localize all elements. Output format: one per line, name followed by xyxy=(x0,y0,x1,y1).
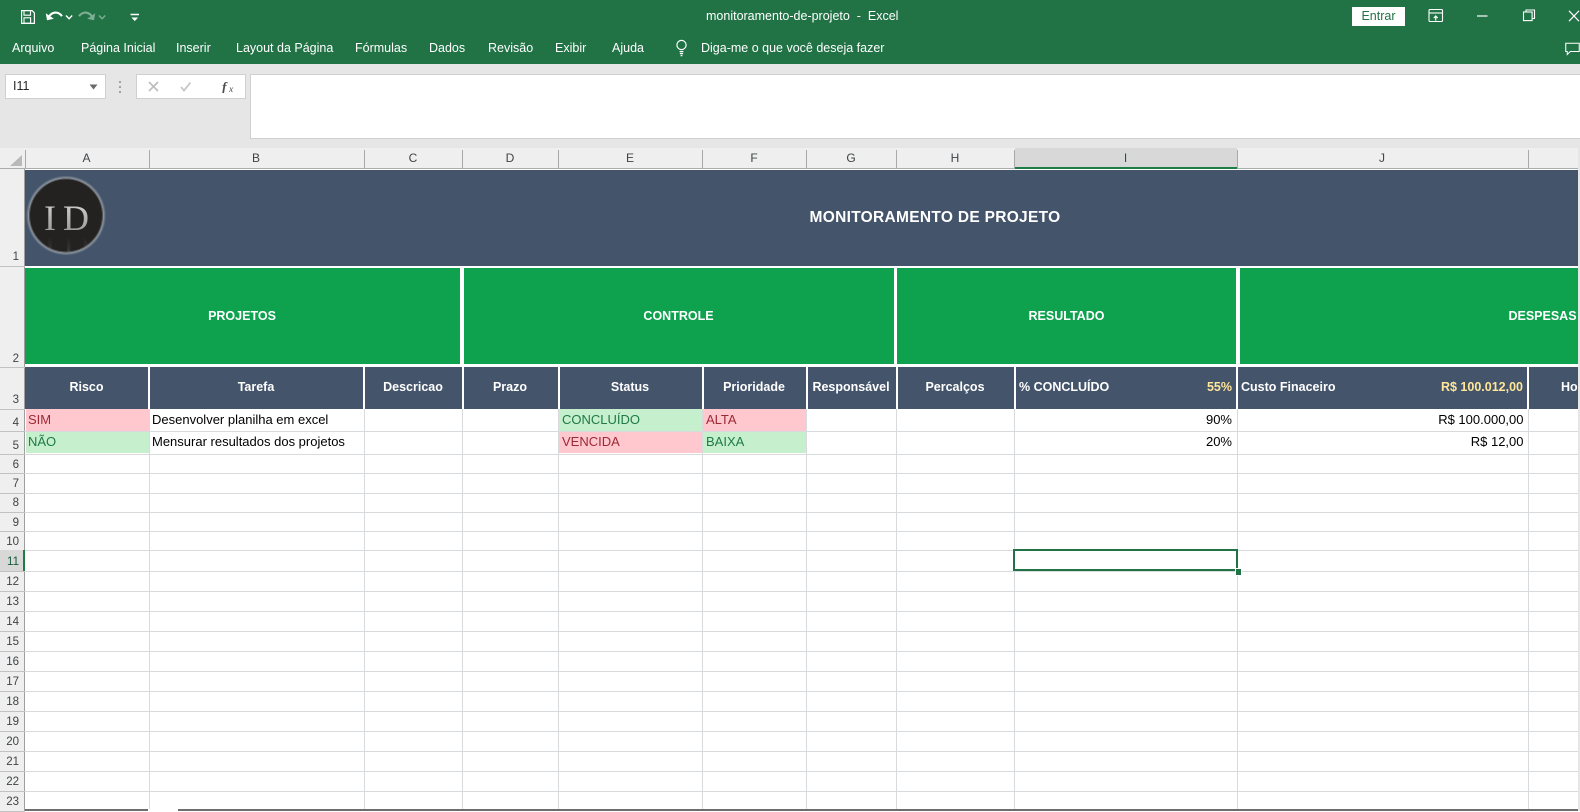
svg-text:x: x xyxy=(228,85,234,93)
svg-text:f: f xyxy=(222,81,228,93)
